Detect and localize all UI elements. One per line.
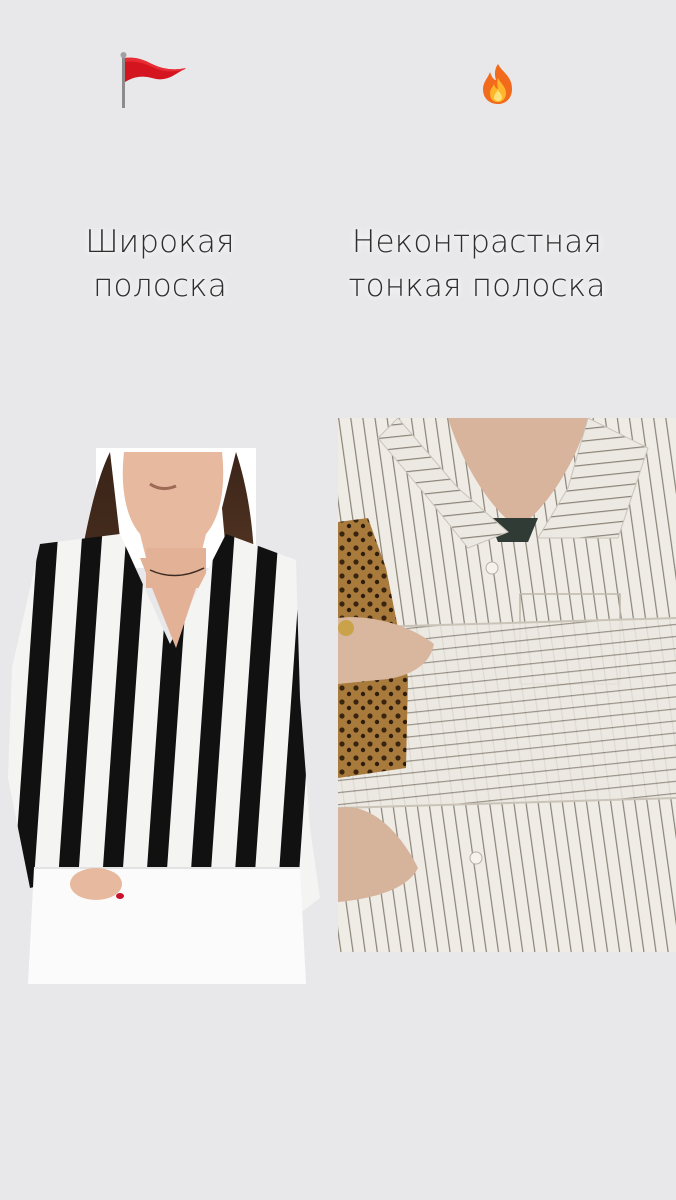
wide-stripe-caption-line1: Широкая [85,224,235,260]
thin-stripe-caption-line2: тонкая полоска [348,268,606,304]
thin-stripe-shirt-photo [338,418,676,952]
fire-icon [483,64,512,104]
wide-stripe-blouse-photo [8,448,320,984]
red-flag-icon [120,52,186,108]
wide-stripe-caption: Широкая полоска [60,220,260,308]
thin-stripe-caption: Неконтрастная тонкая полоска [318,220,636,308]
wide-stripe-caption-line2: полоска [93,268,227,304]
thin-stripe-caption-line1: Неконтрастная [352,224,602,260]
